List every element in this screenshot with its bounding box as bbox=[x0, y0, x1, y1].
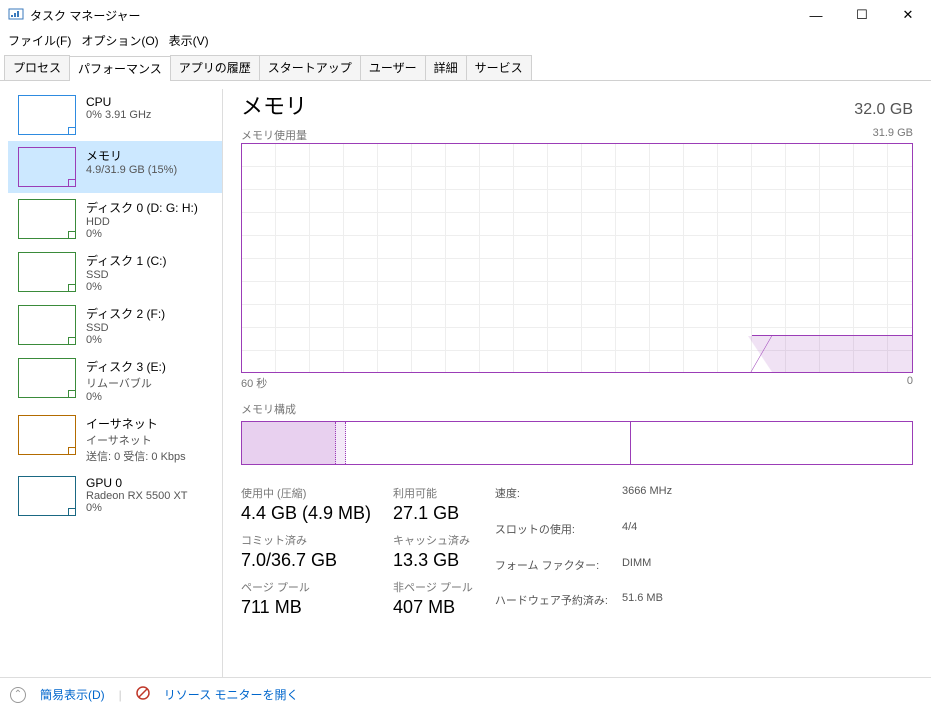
tab-3[interactable]: スタートアップ bbox=[259, 55, 361, 80]
thumb-icon bbox=[18, 415, 76, 455]
thumb-icon bbox=[18, 476, 76, 516]
tab-2[interactable]: アプリの履歴 bbox=[170, 55, 260, 80]
memory-info: 速度:3666 MHz スロットの使用:4/4 フォーム ファクター:DIMM … bbox=[495, 485, 672, 626]
thumb-icon bbox=[18, 147, 76, 187]
menu-file[interactable]: ファイル(F) bbox=[8, 32, 71, 49]
menu-options[interactable]: オプション(O) bbox=[81, 32, 158, 49]
thumb-icon bbox=[18, 199, 76, 239]
avail-value: 27.1 GB bbox=[393, 503, 473, 524]
cache-value: 13.3 GB bbox=[393, 550, 473, 571]
composition-label: メモリ構成 bbox=[241, 401, 296, 417]
minimize-button[interactable]: — bbox=[793, 0, 839, 30]
maximize-button[interactable]: ☐ bbox=[839, 0, 885, 30]
window-title: タスク マネージャー bbox=[30, 7, 141, 24]
nonpaged-label: 非ページ プール bbox=[393, 579, 473, 595]
commit-label: コミット済み bbox=[241, 532, 371, 548]
nonpaged-value: 407 MB bbox=[393, 597, 473, 618]
collapse-icon[interactable]: ⌃ bbox=[10, 687, 26, 703]
inuse-value: 4.4 GB (4.9 MB) bbox=[241, 503, 371, 524]
cache-label: キャッシュ済み bbox=[393, 532, 473, 548]
resource-monitor-link[interactable]: リソース モニターを開く bbox=[164, 686, 299, 703]
inuse-label: 使用中 (圧縮) bbox=[241, 485, 371, 501]
axis-right: 0 bbox=[907, 375, 913, 391]
sidebar-item-eth-6[interactable]: イーサネットイーサネット送信: 0 受信: 0 Kbps bbox=[8, 409, 222, 470]
tab-4[interactable]: ユーザー bbox=[360, 55, 426, 80]
sidebar: CPU0% 3.91 GHzメモリ4.9/31.9 GB (15%)ディスク 0… bbox=[8, 89, 223, 681]
memory-composition-chart[interactable] bbox=[241, 421, 913, 465]
tab-0[interactable]: プロセス bbox=[4, 55, 70, 80]
title-bar: タスク マネージャー — ☐ ✕ bbox=[0, 0, 931, 30]
sidebar-item-disk-2[interactable]: ディスク 0 (D: G: H:)HDD0% bbox=[8, 193, 222, 246]
footer: ⌃ 簡易表示(D) | リソース モニターを開く bbox=[0, 677, 931, 711]
sidebar-item-disk-4[interactable]: ディスク 2 (F:)SSD0% bbox=[8, 299, 222, 352]
avail-label: 利用可能 bbox=[393, 485, 473, 501]
memory-usage-chart[interactable] bbox=[241, 143, 913, 373]
thumb-icon bbox=[18, 305, 76, 345]
paged-value: 711 MB bbox=[241, 597, 371, 618]
resmon-icon bbox=[136, 686, 150, 703]
axis-left: 60 秒 bbox=[241, 375, 267, 391]
tab-6[interactable]: サービス bbox=[466, 55, 532, 80]
menu-view[interactable]: 表示(V) bbox=[169, 32, 209, 49]
app-icon bbox=[8, 6, 24, 25]
close-button[interactable]: ✕ bbox=[885, 0, 931, 30]
chart-label: メモリ使用量 bbox=[241, 127, 307, 143]
tab-1[interactable]: パフォーマンス bbox=[69, 56, 171, 81]
tab-bar: プロセスパフォーマンスアプリの履歴スタートアップユーザー詳細サービス bbox=[0, 55, 931, 81]
memory-total: 32.0 GB bbox=[854, 101, 913, 119]
sidebar-item-disk-5[interactable]: ディスク 3 (E:)リムーバブル0% bbox=[8, 352, 222, 409]
page-title: メモリ bbox=[241, 89, 307, 121]
sidebar-item-mem-1[interactable]: メモリ4.9/31.9 GB (15%) bbox=[8, 141, 222, 193]
thumb-icon bbox=[18, 358, 76, 398]
thumb-icon bbox=[18, 95, 76, 135]
sidebar-item-gpu-7[interactable]: GPU 0Radeon RX 5500 XT0% bbox=[8, 470, 222, 522]
menu-bar: ファイル(F) オプション(O) 表示(V) bbox=[0, 30, 931, 53]
commit-value: 7.0/36.7 GB bbox=[241, 550, 371, 571]
main-panel: メモリ 32.0 GB メモリ使用量 31.9 GB 60 秒 0 メモリ構成 … bbox=[223, 89, 931, 681]
thumb-icon bbox=[18, 252, 76, 292]
tab-5[interactable]: 詳細 bbox=[425, 55, 467, 80]
sidebar-item-cpu-0[interactable]: CPU0% 3.91 GHz bbox=[8, 89, 222, 141]
chart-max: 31.9 GB bbox=[873, 127, 913, 143]
paged-label: ページ プール bbox=[241, 579, 371, 595]
fewer-details-link[interactable]: 簡易表示(D) bbox=[40, 686, 105, 703]
sidebar-item-disk-3[interactable]: ディスク 1 (C:)SSD0% bbox=[8, 246, 222, 299]
